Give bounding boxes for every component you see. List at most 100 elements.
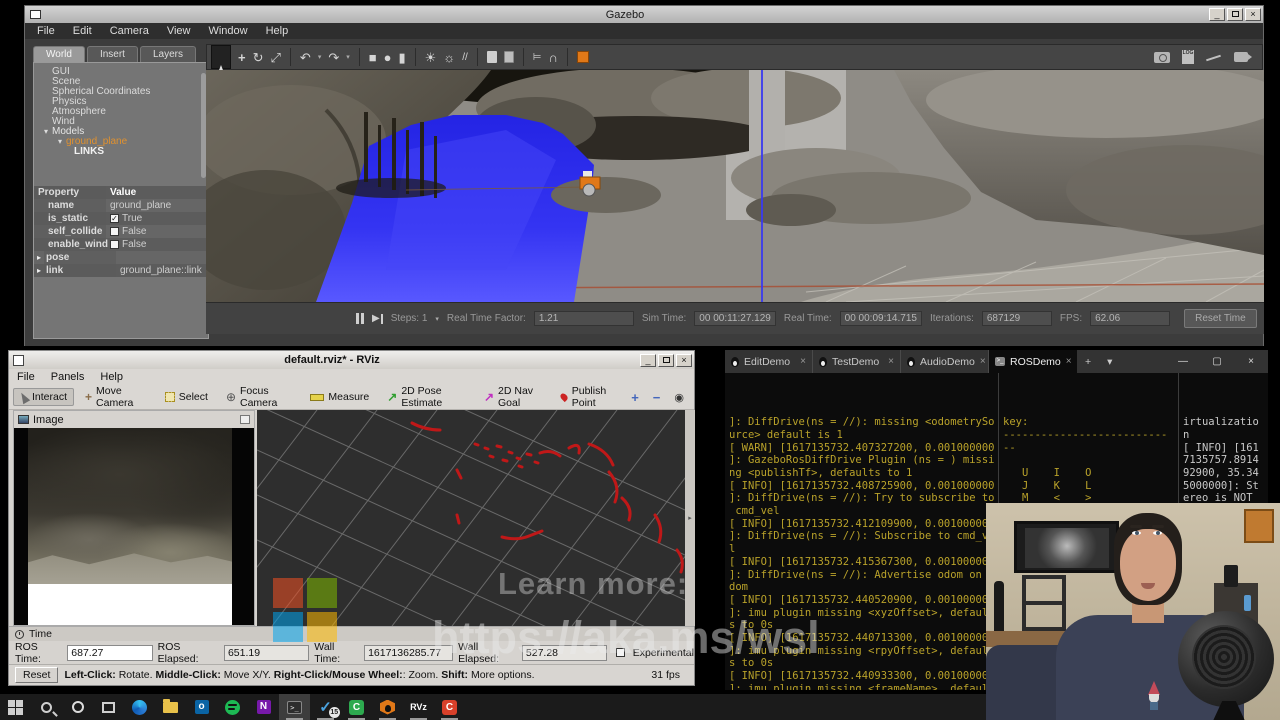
focus-camera-tool[interactable]: ⊕ Focus Camera xyxy=(219,382,299,412)
select-tool-button[interactable] xyxy=(211,45,231,78)
maximize-button[interactable]: ▢ xyxy=(1200,350,1234,373)
property-row-self-collide[interactable]: self_collide False xyxy=(34,225,208,238)
menu-item[interactable]: Help xyxy=(266,25,289,37)
maximize-button[interactable] xyxy=(1227,8,1243,21)
tab-testdemo[interactable]: TestDemo × xyxy=(813,350,901,373)
scale-tool-button[interactable]: ⤢ xyxy=(271,51,281,64)
task-view-button[interactable] xyxy=(93,694,124,720)
minimize-button[interactable]: — xyxy=(1166,350,1200,373)
menu-item[interactable]: Camera xyxy=(110,25,149,37)
reset-button[interactable]: Reset xyxy=(15,667,59,683)
reset-time-button[interactable]: Reset Time xyxy=(1184,309,1257,328)
pause-button[interactable] xyxy=(356,313,364,324)
property-row-pose[interactable]: ▸ pose xyxy=(34,251,208,264)
close-button[interactable]: × xyxy=(1234,350,1268,373)
plot-icon[interactable] xyxy=(1206,52,1222,63)
menu-item[interactable]: Edit xyxy=(73,25,92,37)
maximize-button[interactable] xyxy=(658,353,674,367)
tab-audiodemo[interactable]: AudioDemo × xyxy=(901,350,989,373)
copy-button[interactable] xyxy=(486,51,497,63)
change-view-button[interactable] xyxy=(576,51,589,63)
close-button[interactable]: × xyxy=(676,353,692,367)
tree-item-links[interactable]: LINKS xyxy=(44,147,208,157)
image-panel-header[interactable]: Image xyxy=(14,411,254,428)
wall-time-input[interactable]: 1617136285.77 xyxy=(364,644,454,661)
rotate-tool-button[interactable]: ↻ xyxy=(253,51,264,64)
insert-box-button[interactable]: ■ xyxy=(369,51,377,64)
outlook-button[interactable]: o xyxy=(186,694,217,720)
gazebo-taskbar-button[interactable] xyxy=(372,694,403,720)
ros-elapsed-input[interactable]: 651.19 xyxy=(223,644,310,661)
gazebo-3d-viewport[interactable] xyxy=(206,70,1264,302)
video-record-icon[interactable] xyxy=(1234,52,1252,62)
tab-rosdemo[interactable]: >_ ROSDemo × xyxy=(989,350,1077,373)
rviz-3d-view[interactable] xyxy=(257,410,685,626)
dock-splitter[interactable]: ▸ xyxy=(685,410,695,626)
checkbox-checked[interactable]: ✓ xyxy=(110,214,119,223)
step-button[interactable]: ▶ xyxy=(372,313,383,324)
translate-tool-button[interactable]: + xyxy=(238,51,246,64)
start-button[interactable] xyxy=(0,694,31,720)
ros-time-input[interactable]: 687.27 xyxy=(67,644,153,661)
cortana-button[interactable] xyxy=(62,694,93,720)
menu-item[interactable]: View xyxy=(167,25,191,37)
camtasia-red-button[interactable]: C xyxy=(434,694,465,720)
close-tab-icon[interactable]: × xyxy=(888,356,894,367)
menu-item[interactable]: Window xyxy=(208,25,247,37)
file-explorer-button[interactable] xyxy=(155,694,186,720)
tab-layers[interactable]: Layers xyxy=(139,46,196,62)
checkbox-unchecked[interactable] xyxy=(110,240,119,249)
align-button[interactable]: ⊨ xyxy=(533,51,542,64)
publish-point-tool[interactable]: Publish Point xyxy=(554,382,627,412)
undo-button[interactable]: ↶ xyxy=(300,51,311,64)
menu-item[interactable]: File xyxy=(17,371,35,383)
add-tool-button[interactable]: + xyxy=(631,390,639,405)
rviz-taskbar-button[interactable]: RVz xyxy=(403,694,434,720)
checkbox-unchecked[interactable] xyxy=(110,227,119,236)
steps-caret[interactable]: ▾ xyxy=(435,315,439,323)
property-row-name[interactable]: name ground_plane xyxy=(34,199,208,212)
undock-button[interactable] xyxy=(240,415,250,424)
tab-insert[interactable]: Insert xyxy=(86,46,138,62)
spot-light-button[interactable]: ☼ xyxy=(443,51,455,64)
measure-tool[interactable]: Measure xyxy=(303,388,376,406)
experimental-checkbox[interactable] xyxy=(616,648,625,657)
tab-editdemo[interactable]: EditDemo × xyxy=(725,350,813,373)
terminal-pane-left[interactable]: ]: DiffDrive(ns = //): missing <odometry… xyxy=(725,373,998,690)
time-panel-header[interactable]: Time xyxy=(9,626,694,641)
tool-properties-button[interactable]: ◉ xyxy=(674,391,684,404)
tree-item-ground-plane[interactable]: ▾ ground_plane xyxy=(44,137,208,147)
point-light-button[interactable]: ☀ xyxy=(425,51,437,64)
spotify-button[interactable] xyxy=(217,694,248,720)
new-tab-button[interactable]: + xyxy=(1077,350,1099,373)
undo-menu-caret[interactable]: ▾ xyxy=(318,53,322,61)
gazebo-titlebar[interactable]: Gazebo _ × xyxy=(25,6,1263,23)
camtasia-green-button[interactable]: C xyxy=(341,694,372,720)
log-record-icon[interactable]: LOG xyxy=(1182,50,1194,64)
onenote-button[interactable]: N xyxy=(248,694,279,720)
nav-goal-tool[interactable]: ↗ 2D Nav Goal xyxy=(477,382,550,412)
menu-item[interactable]: File xyxy=(37,25,55,37)
close-tab-icon[interactable]: × xyxy=(800,356,806,367)
insert-cylinder-button[interactable]: ▮ xyxy=(398,51,405,64)
paste-button[interactable] xyxy=(503,51,514,63)
visual-studio-button[interactable]: ✓ 15 xyxy=(310,694,341,720)
select-tool[interactable]: Select xyxy=(158,388,215,406)
steps-label[interactable]: Steps: 1 xyxy=(391,313,428,324)
insert-sphere-button[interactable]: ● xyxy=(384,51,392,64)
close-tab-icon[interactable]: × xyxy=(1066,356,1072,367)
edge-button[interactable] xyxy=(124,694,155,720)
screenshot-icon[interactable] xyxy=(1154,51,1170,63)
property-row-link[interactable]: ▸ link ground_plane::link xyxy=(34,264,208,277)
interact-tool[interactable]: Interact xyxy=(13,388,75,406)
tab-world[interactable]: World xyxy=(33,46,85,62)
minimize-button[interactable]: _ xyxy=(640,353,656,367)
directional-light-button[interactable]: // xyxy=(462,51,468,64)
pose-estimate-tool[interactable]: ↗ 2D Pose Estimate xyxy=(380,382,473,412)
wall-elapsed-input[interactable]: 527.28 xyxy=(521,644,608,661)
close-tab-icon[interactable]: × xyxy=(980,356,986,367)
remove-tool-button[interactable]: − xyxy=(653,390,661,405)
windows-terminal-button[interactable]: >_ xyxy=(279,694,310,720)
tab-dropdown-button[interactable]: ▾ xyxy=(1099,350,1120,373)
redo-menu-caret[interactable]: ▾ xyxy=(346,53,350,61)
